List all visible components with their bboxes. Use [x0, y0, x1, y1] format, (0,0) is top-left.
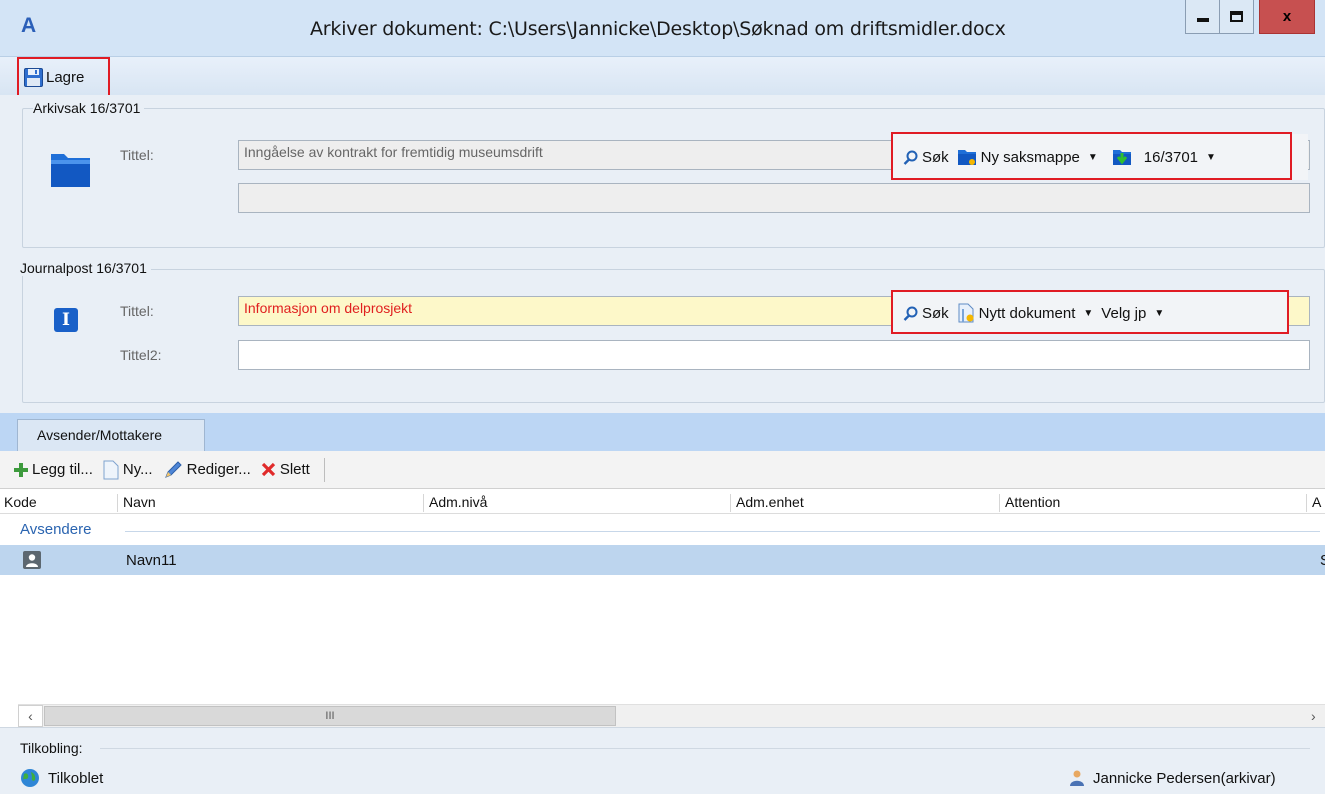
new-document-label: Nytt dokument: [978, 304, 1076, 322]
scroll-right-icon[interactable]: ›: [1311, 705, 1325, 727]
main-toolbar: [0, 57, 1325, 95]
connection-status: Tilkoblet: [20, 768, 103, 788]
case-number-dropdown[interactable]: 16/3701 ▼: [1112, 148, 1216, 166]
column-header-kode[interactable]: Kode: [0, 494, 37, 512]
journalpost-group: [22, 269, 1325, 403]
group-divider: [125, 531, 1320, 532]
column-header-navn[interactable]: Navn: [117, 494, 156, 512]
status-panel: Tilkobling: Tilkoblet Jannicke Pedersen(…: [0, 727, 1325, 794]
choose-jp-label: Velg jp: [1101, 304, 1147, 322]
row-name: Navn11: [126, 552, 177, 569]
delete-button[interactable]: Slett: [261, 461, 310, 478]
new-folder-label: Ny saksmappe: [980, 148, 1080, 166]
pencil-icon: [163, 460, 183, 480]
globe-icon: [20, 768, 40, 788]
toolbar-separator: [323, 457, 325, 482]
new-button[interactable]: Ny...: [103, 460, 153, 480]
user-name: Jannicke Pedersen(arkivar): [1093, 769, 1276, 787]
journalpost-title2-label: Tittel2:: [120, 347, 162, 363]
list-group-header[interactable]: Avsendere: [0, 514, 1325, 544]
maximize-button[interactable]: [1220, 0, 1254, 34]
new-case-folder-dropdown[interactable]: Ny saksmappe ▼: [957, 148, 1098, 166]
save-button[interactable]: Lagre: [24, 63, 84, 91]
search-icon: [903, 150, 918, 165]
arkivsak-search-label: Søk: [922, 148, 949, 166]
search-icon: [903, 306, 918, 321]
scroll-left-icon[interactable]: ‹: [18, 705, 43, 727]
close-button[interactable]: x: [1259, 0, 1315, 34]
chevron-down-icon: ▼: [1083, 307, 1094, 319]
tab-avsender-mottakere[interactable]: Avsender/Mottakere: [17, 419, 205, 451]
chevron-down-icon: ▼: [1087, 151, 1098, 163]
connection-caption: Tilkobling:: [20, 740, 83, 756]
window-controls: x: [1185, 0, 1315, 34]
minimize-icon: [1196, 17, 1209, 22]
current-user: Jannicke Pedersen(arkivar): [1069, 769, 1276, 787]
app-icon[interactable]: A: [21, 14, 41, 38]
column-header-adm-niva[interactable]: Adm.nivå: [423, 494, 487, 512]
maximize-icon: [1230, 11, 1243, 22]
edit-label: Rediger...: [186, 461, 251, 478]
choose-jp-dropdown[interactable]: Velg jp ▼: [1101, 305, 1164, 322]
column-header-attention[interactable]: Attention: [999, 494, 1060, 512]
scroll-thumb[interactable]: III: [44, 706, 616, 726]
blank-document-icon: [103, 460, 119, 480]
arkivsak-secondary-field[interactable]: [238, 183, 1310, 213]
chevron-down-icon: ▼: [1154, 307, 1165, 319]
case-download-icon: [1112, 148, 1132, 166]
new-document-icon: [957, 303, 975, 323]
row-trailing-value: S: [1320, 552, 1325, 569]
new-document-dropdown[interactable]: Nytt dokument ▼: [957, 303, 1094, 323]
arkivsak-action-bar: Søk Ny saksmappe ▼ 16/3701 ▼: [893, 134, 1308, 180]
user-icon: [1069, 769, 1085, 787]
journalpost-search-button[interactable]: Søk: [903, 305, 949, 322]
journalpost-action-bar: Søk Nytt dokument ▼ Velg jp ▼: [893, 292, 1289, 334]
person-icon: [23, 551, 41, 569]
recipients-toolbar: Legg til... Ny... Rediger... Slett: [0, 451, 1325, 489]
column-header-a[interactable]: A: [1306, 494, 1321, 512]
table-row[interactable]: Navn11 S: [0, 545, 1325, 575]
delete-label: Slett: [279, 461, 310, 478]
journalpost-title-label: Tittel:: [120, 303, 154, 319]
save-label: Lagre: [46, 68, 85, 86]
add-label: Legg til...: [32, 461, 93, 478]
new-label: Ny...: [122, 461, 153, 478]
arkivsak-search-button[interactable]: Søk: [903, 149, 949, 166]
journalpost-group-label: Journalpost 16/3701: [20, 260, 151, 276]
add-button[interactable]: Legg til...: [14, 461, 93, 478]
column-header-adm-enhet[interactable]: Adm.enhet: [730, 494, 804, 512]
connection-text: Tilkoblet: [48, 769, 104, 787]
journalpost-title2-field[interactable]: [238, 340, 1310, 370]
window-title: Arkiver dokument: C:\Users\Jannicke\Desk…: [310, 18, 1006, 40]
title-bar: A Arkiver dokument: C:\Users\Jannicke\De…: [0, 0, 1325, 57]
minimize-button[interactable]: [1185, 0, 1220, 34]
floppy-disk-icon: [24, 67, 43, 87]
list-group-label: Avsendere: [20, 521, 92, 538]
case-number-label: 16/3701: [1143, 148, 1199, 166]
table-header: Kode Navn Adm.nivå Adm.enhet Attention A: [0, 490, 1325, 514]
red-x-icon: [261, 462, 276, 477]
plus-icon: [14, 462, 28, 477]
arkivsak-group-label: Arkivsak 16/3701: [33, 100, 145, 116]
case-folder-icon: [50, 150, 92, 188]
arkivsak-title-label: Tittel:: [120, 147, 154, 163]
chevron-down-icon: ▼: [1206, 151, 1216, 163]
journalpost-info-icon: I: [54, 308, 78, 332]
edit-button[interactable]: Rediger...: [163, 460, 251, 480]
new-folder-icon: [957, 148, 977, 166]
journalpost-search-label: Søk: [922, 304, 949, 322]
status-divider: [100, 748, 1310, 749]
horizontal-scrollbar[interactable]: ‹ III ›: [18, 704, 1325, 727]
